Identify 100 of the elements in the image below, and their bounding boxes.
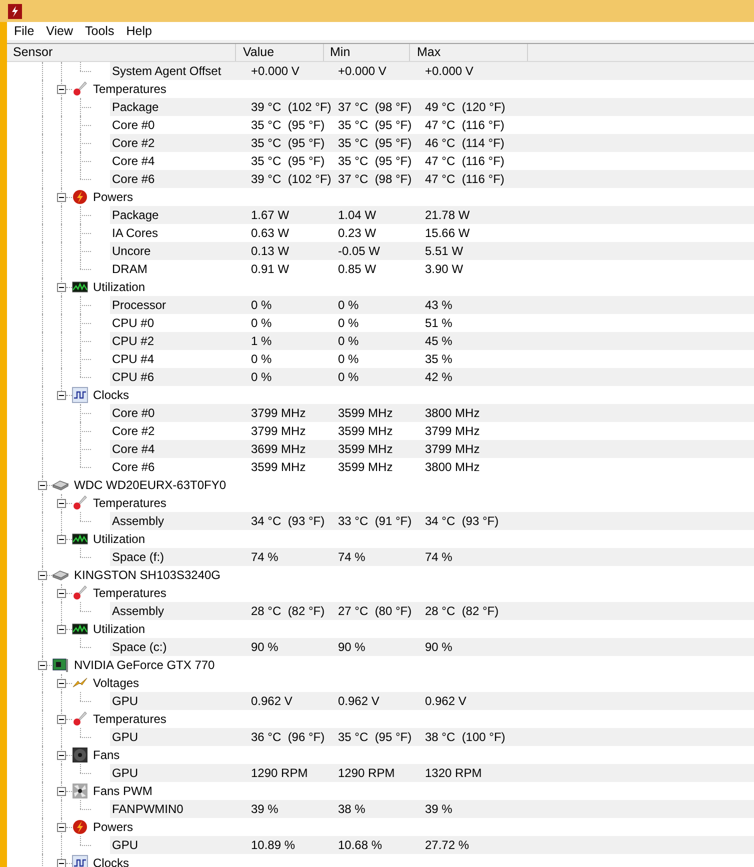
sensor-row[interactable]: Processor 0 % 0 % 43 % (110, 296, 754, 314)
column-header[interactable]: Min (324, 44, 410, 61)
value-cell-text: 0 % (250, 315, 273, 332)
sensor-row[interactable]: Assembly 28 °C (82 °F) 27 °C (80 °F) 28 °C (82 °F) (110, 602, 754, 620)
collapse-toggle[interactable] (57, 498, 66, 508)
menu-item[interactable]: File (8, 22, 40, 40)
collapse-toggle[interactable] (57, 192, 66, 202)
min-cell-text: 10.68 % (337, 837, 384, 854)
sensor-name: GPU (111, 837, 140, 854)
min-cell-text: 37 °C (98 °F) (337, 99, 413, 116)
sensor-row[interactable]: Package 1.67 W 1.04 W 21.78 W (110, 206, 754, 224)
device-name[interactable]: WDC WD20EURX-63T0FY0 (74, 476, 226, 494)
category-name[interactable]: Temperatures (93, 494, 166, 512)
sensor-row[interactable]: Space (c:) 90 % 90 % 90 % (110, 638, 754, 656)
sensor-name: Core #0 (111, 117, 156, 134)
value-cell-text: 0 % (250, 369, 273, 386)
sensor-row[interactable]: Package 39 °C (102 °F) 37 °C (98 °F) 49 °C (120 °F) (110, 98, 754, 116)
sensor-row[interactable]: Core #4 3699 MHz 3599 MHz 3799 MHz (110, 440, 754, 458)
collapse-toggle[interactable] (57, 390, 66, 400)
value-cell-text: 34 °C (93 °F) (250, 513, 326, 530)
sensor-row[interactable]: GPU 1290 RPM 1290 RPM 1320 RPM (110, 764, 754, 782)
sensor-row[interactable]: FANPWMIN0 39 % 38 % 39 % (110, 800, 754, 818)
sensor-row[interactable]: Core #2 35 °C (95 °F) 35 °C (95 °F) 46 °C (114 °F) (110, 134, 754, 152)
category-name[interactable]: Temperatures (93, 710, 166, 728)
category-name[interactable]: Clocks (93, 854, 130, 867)
collapse-toggle[interactable] (57, 858, 66, 867)
min-cell-text: 0 % (337, 351, 360, 368)
collapse-toggle[interactable] (57, 534, 66, 544)
category-name[interactable]: Powers (93, 188, 134, 206)
thermometer-icon (72, 711, 88, 727)
fan-icon (72, 747, 88, 763)
column-header[interactable]: Sensor (7, 44, 236, 61)
min-cell-text: 33 °C (91 °F) (337, 513, 413, 530)
min-cell-text: 1.04 W (337, 207, 378, 224)
min-cell-text: 3599 MHz (337, 405, 394, 422)
value-cell-text: 1290 RPM (250, 765, 309, 782)
collapse-toggle[interactable] (57, 714, 66, 724)
sensor-row[interactable]: GPU 10.89 % 10.68 % 27.72 % (110, 836, 754, 854)
collapse-toggle[interactable] (57, 282, 66, 292)
value-cell-text: 90 % (250, 639, 280, 656)
menu-item[interactable]: View (40, 22, 80, 40)
min-cell-text: 74 % (337, 549, 366, 566)
sensor-row[interactable]: CPU #2 1 % 0 % 45 % (110, 332, 754, 350)
collapse-toggle[interactable] (57, 822, 66, 832)
value-cell-text: 74 % (250, 549, 280, 566)
collapse-toggle[interactable] (57, 624, 66, 634)
thermometer-icon (72, 585, 88, 601)
column-header[interactable]: Value (236, 44, 324, 61)
sensor-row[interactable]: Space (f:) 74 % 74 % 74 % (110, 548, 754, 566)
max-cell-text: 21.78 W (424, 207, 470, 224)
sensor-name: Package (111, 207, 160, 224)
device-name[interactable]: NVIDIA GeForce GTX 770 (74, 656, 215, 674)
sensor-row[interactable]: System Agent Offset +0.000 V +0.000 V +0.000 V (110, 62, 754, 80)
value-cell-text: 0.91 W (250, 261, 290, 278)
value-cell-text: 0 % (250, 351, 273, 368)
column-header[interactable]: Max (410, 44, 528, 61)
thermometer-icon (72, 81, 88, 97)
min-cell-text: 27 °C (80 °F) (337, 603, 413, 620)
menu-item[interactable]: Help (120, 22, 158, 40)
graph-monitor-icon (72, 531, 88, 547)
collapse-toggle[interactable] (57, 786, 66, 796)
min-cell-text: 38 % (337, 801, 366, 818)
thermometer-icon (72, 495, 88, 511)
category-name[interactable]: Utilization (93, 278, 146, 296)
category-name[interactable]: Utilization (93, 530, 146, 548)
category-name[interactable]: Temperatures (93, 80, 166, 98)
sensor-name: Space (f:) (111, 549, 166, 566)
min-cell-text: 3599 MHz (337, 423, 394, 440)
sensor-row[interactable]: GPU 36 °C (96 °F) 35 °C (95 °F) 38 °C (100 °F) (110, 728, 754, 746)
category-name[interactable]: Fans (93, 746, 120, 764)
collapse-toggle[interactable] (38, 660, 47, 670)
device-name[interactable]: KINGSTON SH103S3240G (74, 566, 221, 584)
sensor-row[interactable]: Assembly 34 °C (93 °F) 33 °C (91 °F) 34 °C (93 °F) (110, 512, 754, 530)
sensor-name: CPU #4 (111, 351, 156, 368)
collapse-toggle[interactable] (57, 84, 66, 94)
category-name[interactable]: Powers (93, 818, 134, 836)
sensor-row[interactable]: Uncore 0.13 W -0.05 W 5.51 W (110, 242, 754, 260)
sensor-name: GPU (111, 729, 140, 746)
collapse-toggle[interactable] (57, 588, 66, 598)
max-cell-text: 47 °C (116 °F) (424, 171, 504, 188)
menu-item[interactable]: Tools (79, 22, 120, 40)
collapse-toggle[interactable] (38, 570, 47, 580)
category-name[interactable]: Clocks (93, 386, 130, 404)
min-cell-text: 0 % (337, 369, 360, 386)
category-name[interactable]: Fans PWM (93, 782, 152, 800)
value-cell-text: 1 % (250, 333, 273, 350)
category-name[interactable]: Utilization (93, 620, 146, 638)
sensor-row[interactable]: CPU #6 0 % 0 % 42 % (110, 368, 754, 386)
sensor-row[interactable]: GPU 0.962 V 0.962 V 0.962 V (110, 692, 754, 710)
sensor-row[interactable]: Core #6 39 °C (102 °F) 37 °C (98 °F) 47 °C (116 °F) (110, 170, 754, 188)
min-cell-text: 1290 RPM (337, 765, 396, 782)
value-cell-text: 0.13 W (250, 243, 290, 260)
collapse-toggle[interactable] (57, 750, 66, 760)
value-cell-text: +0.000 V (250, 63, 300, 80)
sensor-row[interactable]: Core #0 3799 MHz 3599 MHz 3800 MHz (110, 404, 754, 422)
collapse-toggle[interactable] (57, 678, 66, 688)
lightning-ball-icon (72, 819, 88, 835)
collapse-toggle[interactable] (38, 480, 47, 490)
category-name[interactable]: Temperatures (93, 584, 166, 602)
category-name[interactable]: Voltages (93, 674, 140, 692)
